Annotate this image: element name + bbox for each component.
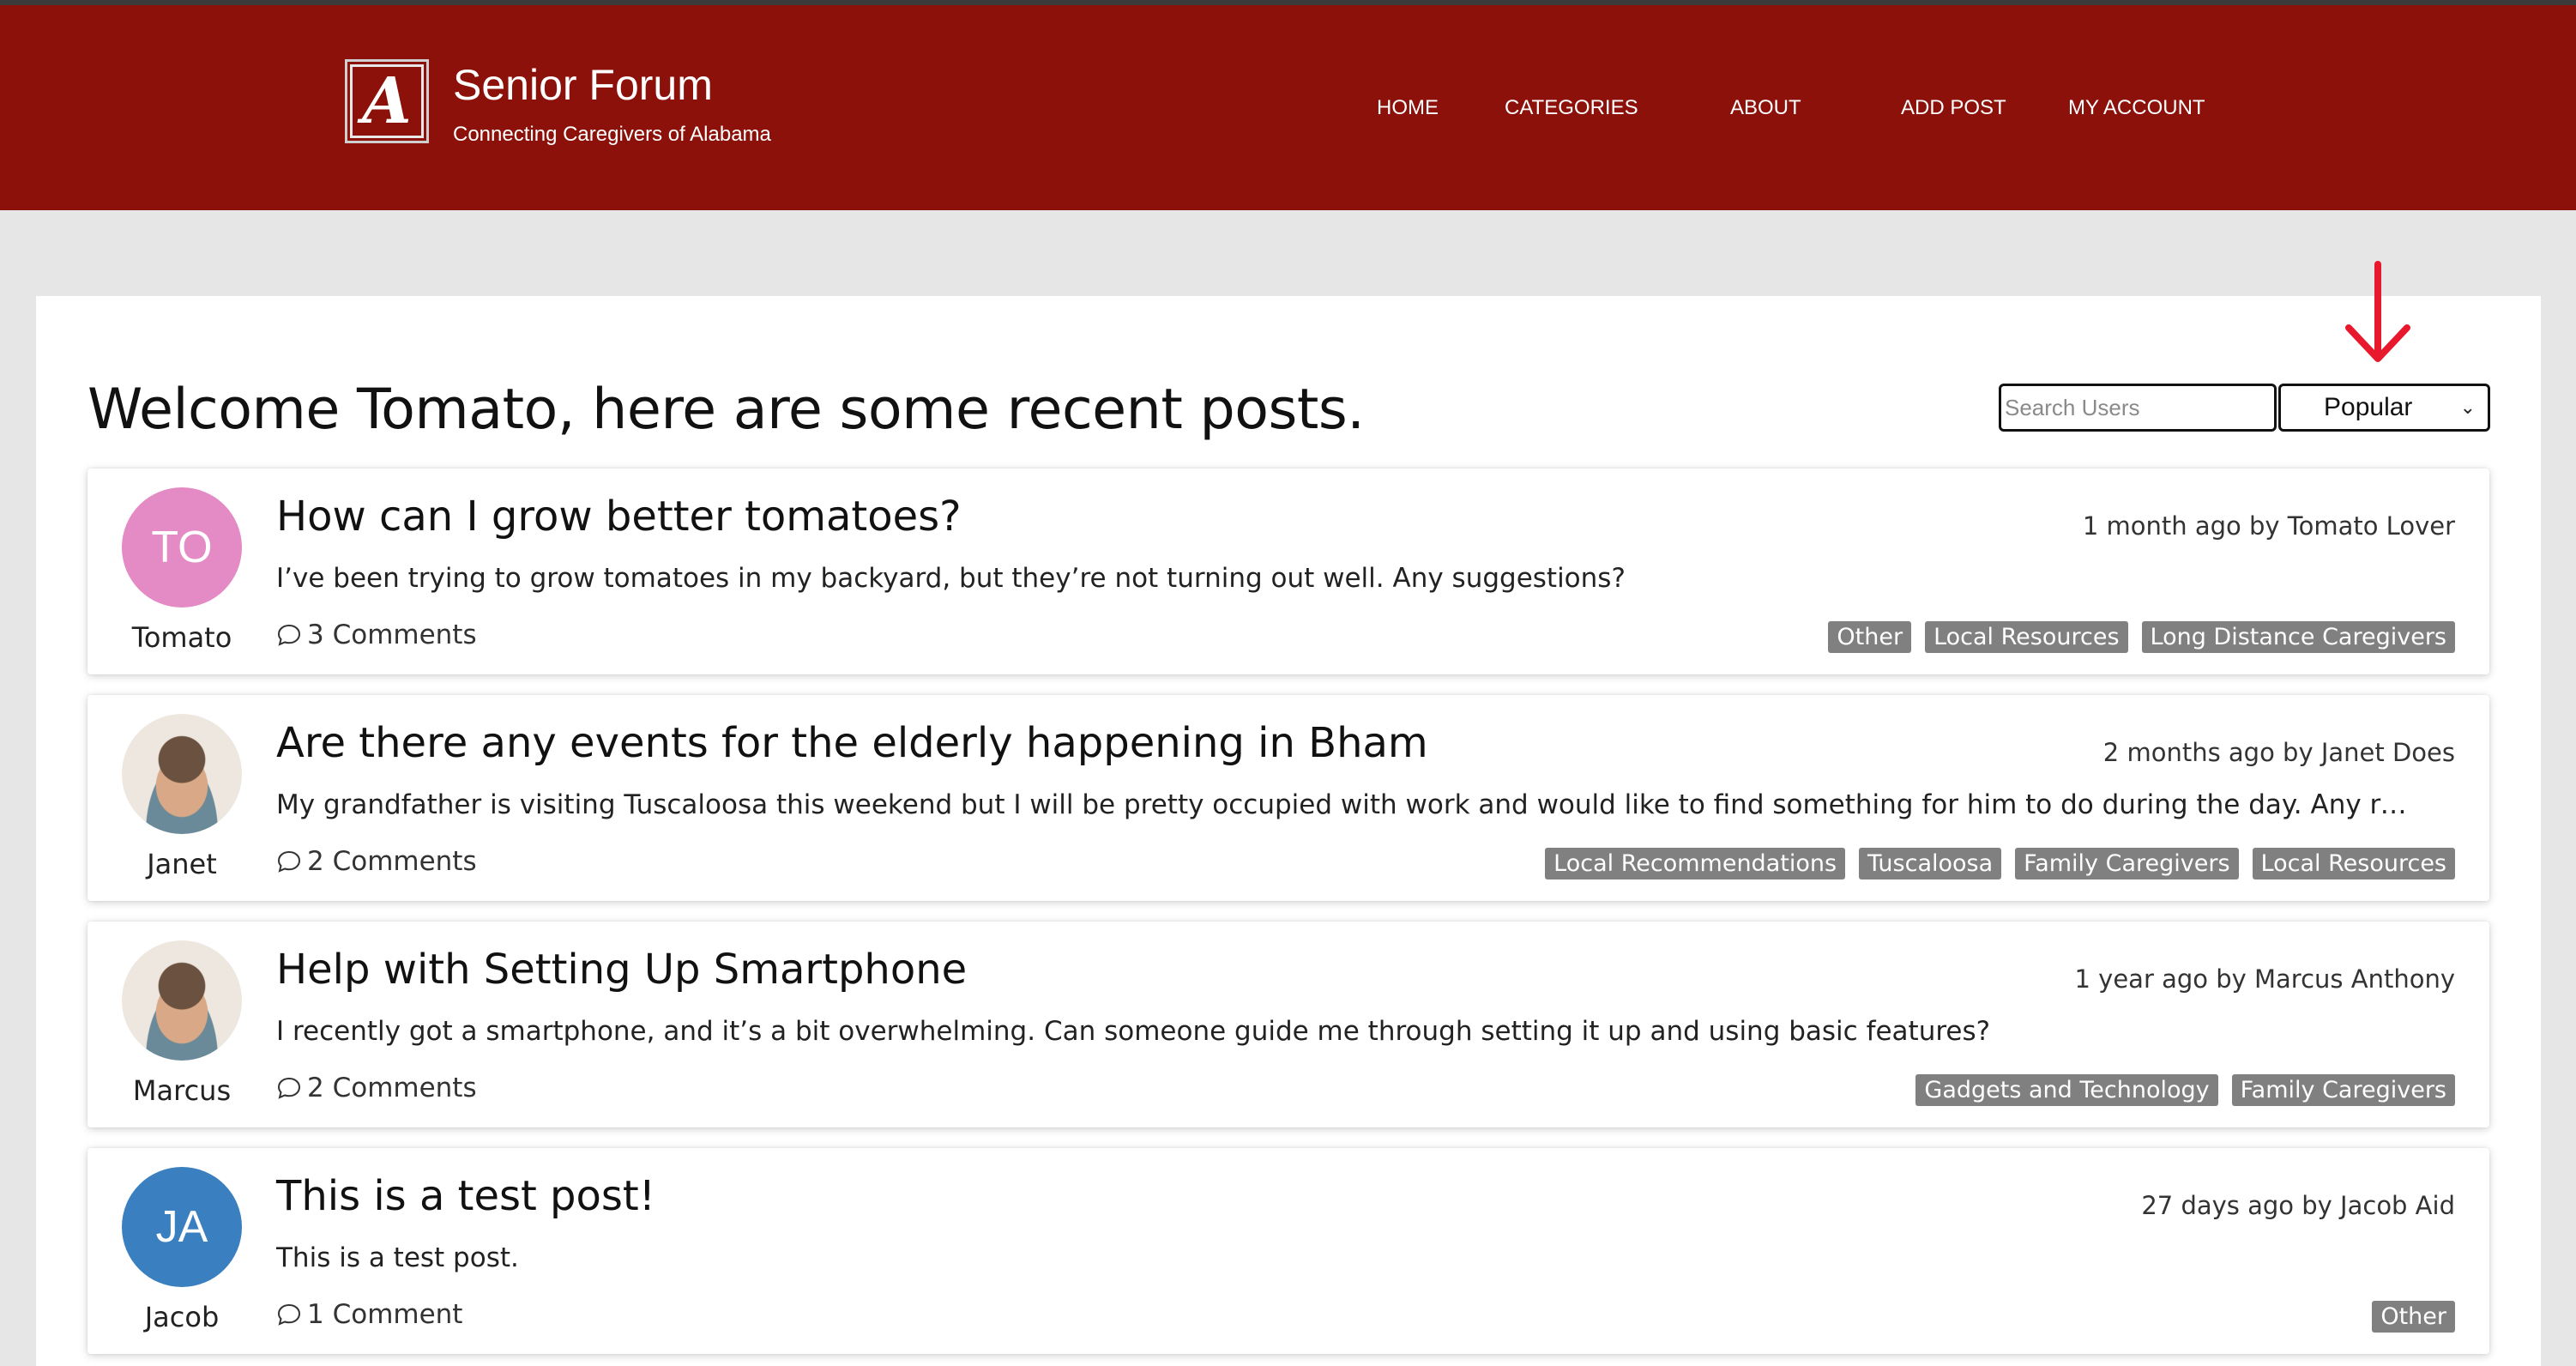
tag[interactable]: Long Distance Caregivers (2141, 621, 2455, 653)
post-body: My grandfather is visiting Tuscaloosa th… (276, 789, 2412, 820)
avatar-name: Jacob (144, 1301, 220, 1333)
tag[interactable]: Local Resources (1925, 621, 2128, 653)
post-meta: 2 months ago by Janet Does (2102, 738, 2455, 767)
post-title[interactable]: Help with Setting Up Smartphone (276, 946, 967, 994)
down-arrow-icon (2345, 261, 2410, 362)
alabama-logo-icon[interactable]: A (345, 59, 429, 143)
tag-list: Other Local Resources Long Distance Care… (1828, 621, 2455, 653)
comments-count: 1 Comment (307, 1299, 463, 1330)
post-body: I recently got a smartphone, and it’s a … (276, 1016, 1991, 1047)
tag-list: Other (2372, 1301, 2455, 1333)
comments-count: 2 Comments (307, 1073, 477, 1103)
comments-count: 2 Comments (307, 846, 477, 877)
sort-selected-value: Popular (2324, 393, 2413, 421)
tag[interactable]: Other (1828, 621, 1912, 653)
sort-select[interactable]: Popular ⌄ (2278, 384, 2490, 432)
search-users-input[interactable] (1999, 384, 2277, 432)
welcome-heading: Welcome Tomato, here are some recent pos… (87, 378, 1365, 442)
comments-link[interactable]: 2 Comments (276, 846, 477, 877)
post-card[interactable]: Janet Are there any events for the elder… (87, 695, 2489, 901)
post-title[interactable]: Are there any events for the elderly hap… (276, 719, 1428, 767)
avatar-name: Janet (147, 848, 217, 880)
speech-bubble-icon (277, 1303, 301, 1326)
post-meta: 1 month ago by Tomato Lover (2082, 511, 2455, 541)
tag[interactable]: Local Resources (2252, 848, 2455, 879)
site-title[interactable]: Senior Forum (453, 60, 713, 110)
tag[interactable]: Tuscaloosa (1859, 848, 2002, 879)
post-meta: 1 year ago by Marcus Anthony (2074, 964, 2456, 994)
post-card[interactable]: JA Jacob This is a test post! 27 days ag… (87, 1148, 2489, 1354)
tag-list: Local Recommendations Tuscaloosa Family … (1545, 848, 2455, 879)
tag-list: Gadgets and Technology Family Caregivers (1915, 1074, 2455, 1106)
comments-link[interactable]: 2 Comments (276, 1073, 477, 1103)
comments-link[interactable]: 1 Comment (276, 1299, 462, 1330)
avatar-initials: JA (155, 1202, 208, 1252)
tag[interactable]: Family Caregivers (2231, 1074, 2455, 1106)
avatar[interactable] (122, 940, 242, 1061)
speech-bubble-icon (277, 850, 301, 873)
tag[interactable]: Family Caregivers (2015, 848, 2239, 879)
avatar[interactable]: TO (122, 487, 242, 607)
post-title[interactable]: How can I grow better tomatoes? (276, 493, 962, 541)
nav-about[interactable]: ABOUT (1730, 96, 1801, 120)
nav-add-post[interactable]: ADD POST (1901, 96, 2006, 120)
avatar-name: Tomato (131, 621, 232, 654)
speech-bubble-icon (277, 1077, 301, 1099)
post-meta: 27 days ago by Jacob Aid (2141, 1191, 2455, 1220)
post-card[interactable]: Marcus Help with Setting Up Smartphone 1… (87, 922, 2489, 1127)
avatar[interactable] (122, 714, 242, 834)
logo-letter: A (362, 64, 412, 138)
tag[interactable]: Local Recommendations (1545, 848, 1846, 879)
tag[interactable]: Other (2372, 1301, 2455, 1333)
nav-my-account[interactable]: MY ACCOUNT (2068, 96, 2205, 120)
site-subtitle: Connecting Caregivers of Alabama (453, 123, 771, 146)
avatar-name: Marcus (132, 1074, 232, 1107)
post-body: This is a test post. (276, 1242, 519, 1273)
post-title[interactable]: This is a test post! (276, 1172, 655, 1220)
speech-bubble-icon (277, 624, 301, 646)
comments-link[interactable]: 3 Comments (276, 620, 477, 650)
post-card[interactable]: TO Tomato How can I grow better tomatoes… (87, 468, 2489, 674)
post-body: I’ve been trying to grow tomatoes in my … (276, 563, 1626, 594)
tag[interactable]: Gadgets and Technology (1915, 1074, 2218, 1106)
avatar[interactable]: JA (122, 1167, 242, 1287)
comments-count: 3 Comments (307, 620, 477, 650)
avatar-initials: TO (151, 523, 213, 572)
nav-home[interactable]: HOME (1377, 96, 1439, 120)
chevron-down-icon: ⌄ (2459, 396, 2476, 418)
nav-categories[interactable]: CATEGORIES (1505, 96, 1638, 120)
